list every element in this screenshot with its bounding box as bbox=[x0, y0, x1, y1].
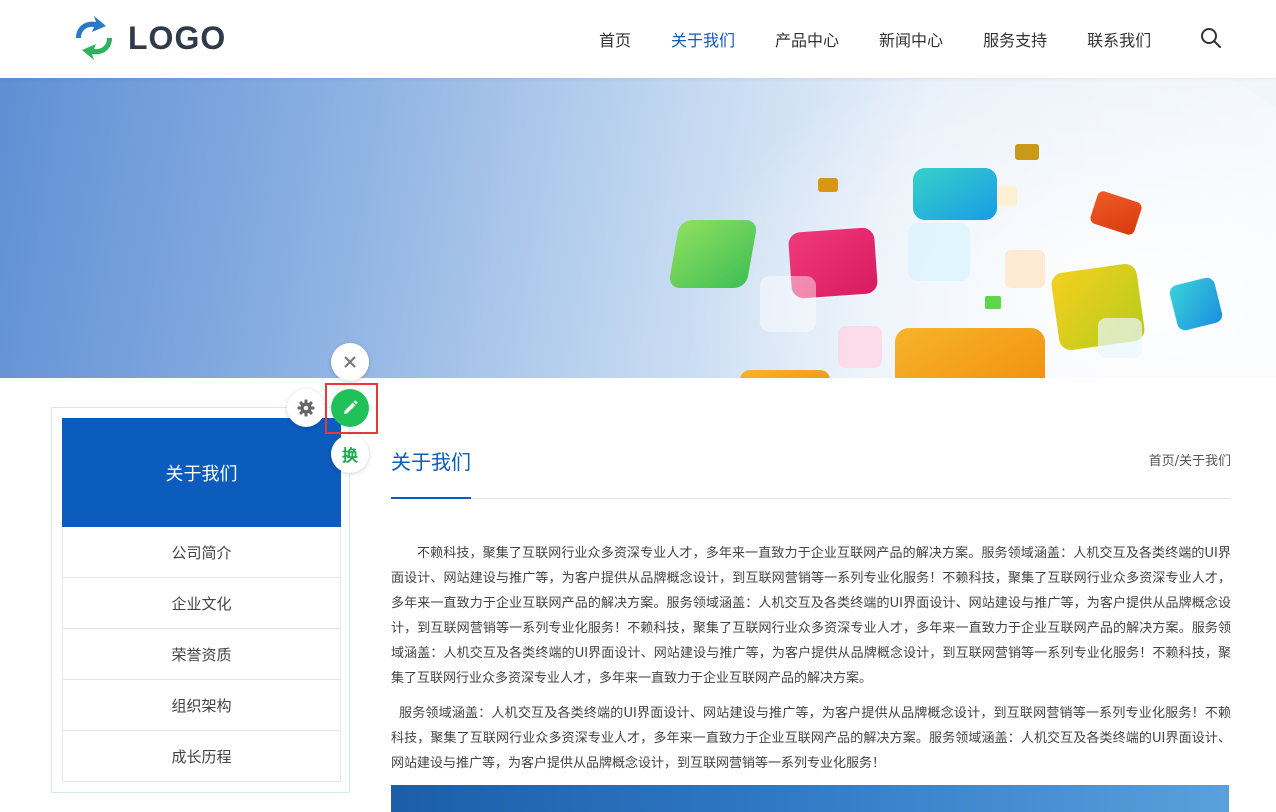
logo-arrows-icon bbox=[76, 16, 112, 60]
content-image bbox=[391, 785, 1229, 812]
sidebar: 关于我们 公司简介 企业文化 荣誉资质 组织架构 成长历程 bbox=[51, 407, 350, 793]
logo-text: LOGO bbox=[128, 19, 227, 56]
sidebar-item-honors[interactable]: 荣誉资质 bbox=[63, 629, 340, 680]
breadcrumb[interactable]: 首页/关于我们 bbox=[1149, 450, 1231, 469]
hero-banner bbox=[0, 78, 1276, 378]
title-divider bbox=[391, 498, 1231, 499]
close-button[interactable] bbox=[331, 343, 369, 381]
nav-item-products[interactable]: 产品中心 bbox=[775, 27, 839, 51]
swap-button[interactable]: 换 bbox=[331, 435, 369, 473]
sidebar-item-culture[interactable]: 企业文化 bbox=[63, 578, 340, 629]
sidebar-list: 公司简介 企业文化 荣誉资质 组织架构 成长历程 bbox=[62, 527, 341, 782]
nav-item-about[interactable]: 关于我们 bbox=[671, 27, 735, 51]
site-header: LOGO 首页 关于我们 产品中心 新闻中心 服务支持 联系我们 bbox=[0, 0, 1276, 78]
sidebar-title: 关于我们 bbox=[62, 418, 341, 527]
banner-graphic bbox=[540, 78, 1276, 378]
sidebar-item-history[interactable]: 成长历程 bbox=[63, 731, 340, 781]
nav-item-home[interactable]: 首页 bbox=[599, 27, 631, 51]
main-nav: 首页 关于我们 产品中心 新闻中心 服务支持 联系我们 bbox=[599, 0, 1191, 78]
title-accent-bar bbox=[391, 497, 471, 499]
gear-icon bbox=[297, 399, 315, 417]
close-icon bbox=[344, 356, 356, 368]
edit-button[interactable] bbox=[331, 389, 369, 427]
nav-item-news[interactable]: 新闻中心 bbox=[879, 27, 943, 51]
search-icon[interactable] bbox=[1200, 27, 1222, 49]
nav-item-contact[interactable]: 联系我们 bbox=[1087, 27, 1151, 51]
sidebar-item-profile[interactable]: 公司简介 bbox=[63, 527, 340, 578]
nav-item-support[interactable]: 服务支持 bbox=[983, 27, 1047, 51]
content-paragraph: 服务领域涵盖：人机交互及各类终端的UI界面设计、网站建设与推广等，为客户提供从品… bbox=[391, 706, 1231, 771]
site-logo[interactable]: LOGO bbox=[70, 16, 226, 60]
page-title: 关于我们 bbox=[391, 450, 471, 474]
sidebar-item-structure[interactable]: 组织架构 bbox=[63, 680, 340, 731]
pencil-icon bbox=[344, 400, 358, 414]
settings-button[interactable] bbox=[287, 389, 325, 427]
content-paragraph: 不赖科技，聚集了互联网行业众多资深专业人才，多年来一直致力于企业互联网产品的解决… bbox=[391, 546, 1231, 686]
